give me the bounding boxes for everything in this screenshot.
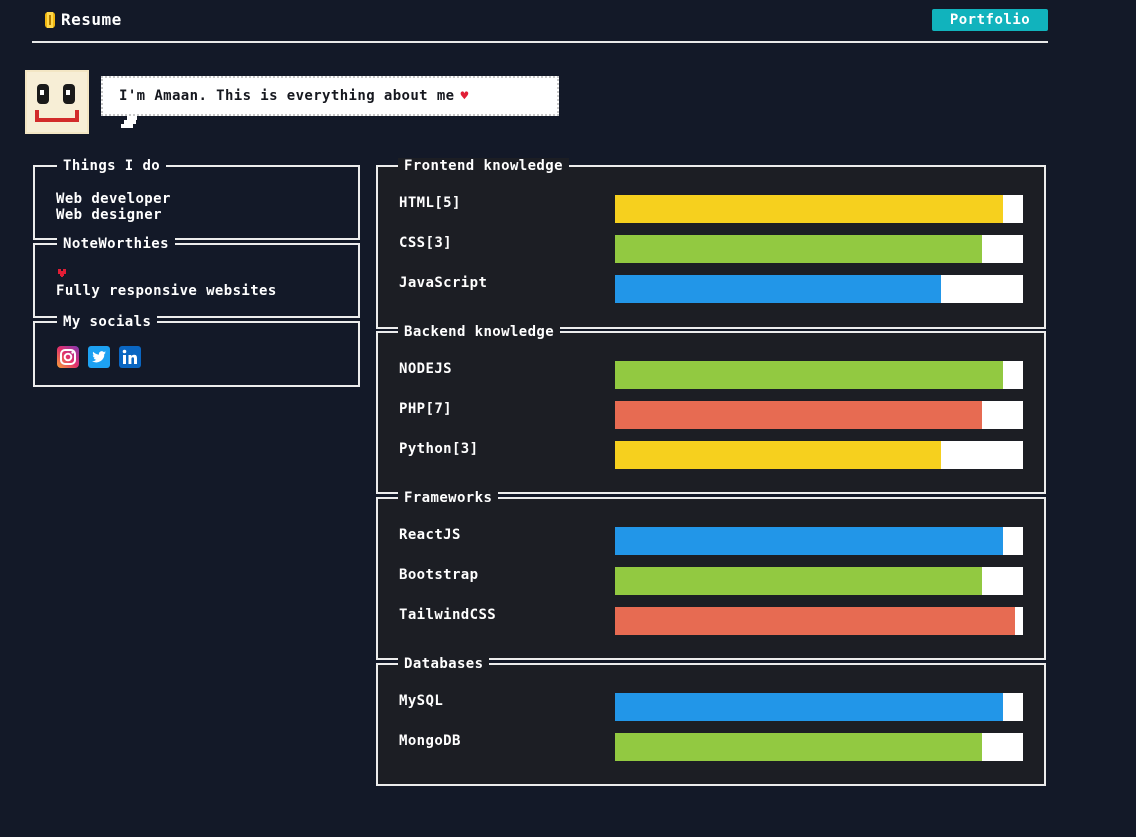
skill-bar-fill: [615, 275, 942, 303]
skill-label: NODEJS: [399, 361, 452, 377]
skill-bar-track: [615, 361, 1023, 389]
noteworthy-item: Fully responsive websites: [56, 283, 277, 299]
heart-icon: [58, 269, 66, 277]
noteworthies-title: NoteWorthies: [57, 236, 175, 252]
skill-bar-track: [615, 441, 1023, 469]
skill-bar-track: [615, 275, 1023, 303]
skill-bar-track: [615, 527, 1023, 555]
skill-row: Bootstrap: [378, 567, 1044, 595]
skill-row: MySQL: [378, 693, 1044, 721]
skills-panel-frameworks: Frameworks ReactJS Bootstrap TailwindCSS: [376, 490, 1046, 660]
heart-icon: ♥: [460, 88, 469, 104]
skills-panel-title: Frameworks: [398, 490, 499, 506]
noteworthies-panel: NoteWorthies Fully responsive websites: [33, 236, 360, 318]
skill-bar-fill: [615, 693, 1003, 721]
things-i-do-panel: Things I do Web developer Web designer: [33, 158, 360, 240]
header: Resume Portfolio: [32, 0, 1048, 43]
skill-bar-track: [615, 401, 1023, 429]
skill-bar-track: [615, 693, 1023, 721]
skills-panel-title: Databases: [398, 656, 490, 672]
avatar: [25, 70, 89, 134]
skill-bar-track: [615, 235, 1023, 263]
skill-bar-fill: [615, 607, 1015, 635]
skill-label: CSS[3]: [399, 235, 452, 251]
skill-bar-track: [615, 607, 1023, 635]
skills-panel-backend: Backend knowledge NODEJS PHP[7] Python[3…: [376, 324, 1046, 494]
skill-row: TailwindCSS: [378, 607, 1044, 635]
skill-label: TailwindCSS: [399, 607, 497, 623]
skill-label: HTML[5]: [399, 195, 461, 211]
skill-label: Python[3]: [399, 441, 479, 457]
skill-bar-fill: [615, 361, 1003, 389]
brand-title: Resume: [61, 10, 122, 29]
skill-label: MongoDB: [399, 733, 461, 749]
instagram-icon[interactable]: [57, 346, 79, 368]
skills-panel-frontend: Frontend knowledge HTML[5] CSS[3] JavaSc…: [376, 158, 1046, 329]
skill-row: MongoDB: [378, 733, 1044, 761]
things-i-do-title: Things I do: [57, 158, 167, 174]
skill-label: PHP[7]: [399, 401, 452, 417]
skills-panel-databases: Databases MySQL MongoDB: [376, 656, 1046, 786]
intro-bubble: I'm Amaan. This is everything about me ♥: [101, 76, 559, 116]
skill-bar-track: [615, 195, 1023, 223]
skill-bar-track: [615, 733, 1023, 761]
skill-bar-track: [615, 567, 1023, 595]
speech-bubble-tail: [121, 116, 137, 128]
skill-row: Python[3]: [378, 441, 1044, 469]
brand-link[interactable]: Resume: [42, 10, 122, 29]
linkedin-icon[interactable]: [119, 346, 141, 368]
skill-label: JavaScript: [399, 275, 488, 291]
skill-bar-fill: [615, 401, 983, 429]
socials-panel: My socials: [33, 314, 360, 387]
skill-row: ReactJS: [378, 527, 1044, 555]
skill-row: HTML[5]: [378, 195, 1044, 223]
intro-text: I'm Amaan. This is everything about me: [119, 88, 455, 104]
skill-row: PHP[7]: [378, 401, 1044, 429]
skill-label: ReactJS: [399, 527, 461, 543]
skills-panel-title: Frontend knowledge: [398, 158, 569, 174]
socials-title: My socials: [57, 314, 158, 330]
skill-bar-fill: [615, 235, 983, 263]
skill-label: Bootstrap: [399, 567, 479, 583]
twitter-icon[interactable]: [88, 346, 110, 368]
skill-label: MySQL: [399, 693, 444, 709]
role-item: Web designer: [56, 207, 162, 223]
coin-icon: [45, 11, 55, 28]
skill-bar-fill: [615, 195, 1003, 223]
portfolio-button[interactable]: Portfolio: [932, 9, 1048, 31]
skills-panel-title: Backend knowledge: [398, 324, 561, 340]
skill-bar-fill: [615, 733, 983, 761]
role-item: Web developer: [56, 191, 171, 207]
skill-bar-fill: [615, 441, 942, 469]
skill-row: JavaScript: [378, 275, 1044, 303]
skill-row: CSS[3]: [378, 235, 1044, 263]
skill-row: NODEJS: [378, 361, 1044, 389]
skill-bar-fill: [615, 567, 983, 595]
skill-bar-fill: [615, 527, 1003, 555]
